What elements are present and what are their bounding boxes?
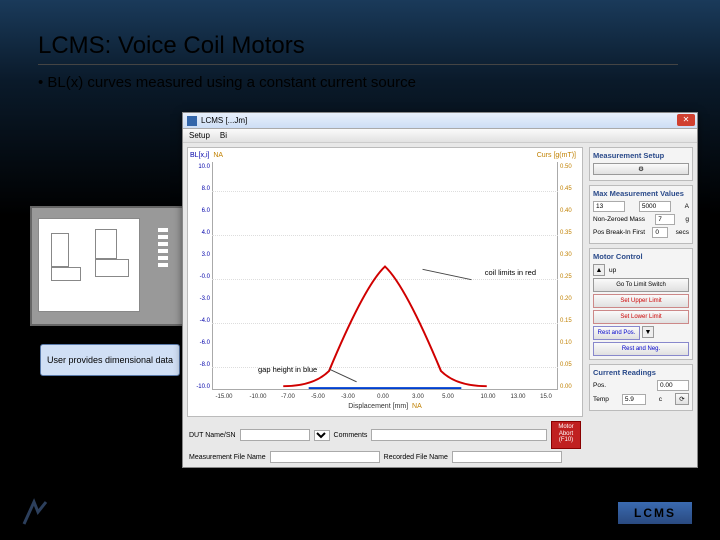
dut-label: DUT Name/SN <box>189 432 236 439</box>
nonzero-unit: g <box>685 216 689 223</box>
set-lower-button[interactable]: Set Lower Limit <box>593 310 689 324</box>
menu-setup[interactable]: Setup <box>189 131 210 140</box>
motor-abort-button[interactable]: Motor Abort (F10) <box>551 421 581 449</box>
break-unit: secs <box>676 229 689 236</box>
vendor-logo-icon <box>20 498 50 528</box>
app-icon <box>187 116 197 126</box>
annot-coil: coil limits in red <box>485 268 536 277</box>
meas-file-label: Measurement File Name <box>189 454 266 461</box>
diagram-fields[interactable] <box>158 228 168 267</box>
break-label: Pos Break-In First <box>593 229 645 236</box>
menubar[interactable]: Setup Bi <box>183 129 697 143</box>
max-bl-input[interactable] <box>593 201 625 212</box>
motor-down-arrow[interactable]: ▼ <box>642 326 654 338</box>
set-upper-button[interactable]: Set Upper Limit <box>593 294 689 308</box>
motor-up-arrow[interactable]: ▲ <box>593 264 605 276</box>
motor-title: Motor Control <box>593 252 689 261</box>
side-panel: Measurement Setup ⚙ Max Measurement Valu… <box>585 143 697 467</box>
pos-label: Pos. <box>593 382 606 389</box>
brand-badge: LCMS <box>618 502 692 524</box>
measurement-setup-panel: Measurement Setup ⚙ <box>589 147 693 181</box>
motor-control-panel: Motor Control ▲ up Go To Limit Switch Se… <box>589 248 693 360</box>
temp-value <box>622 394 646 405</box>
temp-refresh-button[interactable]: ⟳ <box>675 393 689 405</box>
x-axis-label: Displacement [mm] NA <box>188 403 582 410</box>
diagram-canvas <box>38 218 140 312</box>
current-readings-panel: Current Readings Pos. Temp c ⟳ <box>589 364 693 411</box>
rest-pos-button[interactable]: Rest and Pos. <box>593 326 640 340</box>
rec-file-label: Recorded File Name <box>384 454 448 461</box>
goto-limit-button[interactable]: Go To Limit Switch <box>593 278 689 292</box>
temp-label: Temp <box>593 396 609 403</box>
temp-unit: c <box>659 396 662 403</box>
comments-input[interactable] <box>371 429 547 441</box>
pos-value <box>657 380 689 391</box>
nonzero-label: Non-Zeroed Mass <box>593 216 645 223</box>
max-current-unit: A <box>685 203 689 210</box>
break-input[interactable] <box>652 227 668 238</box>
annot-gap: gap height in blue <box>258 365 317 374</box>
nonzero-input[interactable] <box>655 214 675 225</box>
dut-input[interactable] <box>240 429 310 441</box>
window-title: LCMS [...Jm] <box>201 116 247 125</box>
readings-title: Current Readings <box>593 368 689 377</box>
motor-up-label: up <box>609 267 616 274</box>
max-title: Max Measurement Values <box>593 189 689 198</box>
lcms-window: LCMS [...Jm] ✕ Setup Bi BL[x,i] NA Curs … <box>182 112 698 468</box>
dut-select[interactable] <box>314 430 330 441</box>
max-values-panel: Max Measurement Values A Non-Zeroed Mass… <box>589 185 693 244</box>
slide-bullet: BL(x) curves measured using a constant c… <box>38 74 416 91</box>
rest-neg-button[interactable]: Rest and Neg. <box>593 342 689 356</box>
setup-title: Measurement Setup <box>593 151 689 160</box>
y-axis-label: BL[x,i] NA <box>190 152 223 159</box>
window-titlebar[interactable]: LCMS [...Jm] ✕ <box>183 113 697 129</box>
meas-file-input[interactable] <box>270 451 380 463</box>
bottom-fields: DUT Name/SN Comments Motor Abort (F10) M… <box>187 421 583 465</box>
comments-label: Comments <box>334 432 368 439</box>
chart-area: BL[x,i] NA Curs [g(mT)] -10.0 -8.0 -6.0 … <box>187 147 583 417</box>
dimensional-diagram <box>30 206 190 326</box>
diagram-caption: User provides dimensional data <box>40 344 180 376</box>
cursor-label: Curs [g(mT)] <box>537 152 576 159</box>
slide-title: LCMS: Voice Coil Motors <box>38 32 678 65</box>
max-current-input[interactable] <box>639 201 671 212</box>
ytick: -10.0 <box>192 384 210 390</box>
setup-button[interactable]: ⚙ <box>593 163 689 175</box>
rec-file-input[interactable] <box>452 451 562 463</box>
close-button[interactable]: ✕ <box>677 114 695 126</box>
menu-bi[interactable]: Bi <box>220 131 227 140</box>
